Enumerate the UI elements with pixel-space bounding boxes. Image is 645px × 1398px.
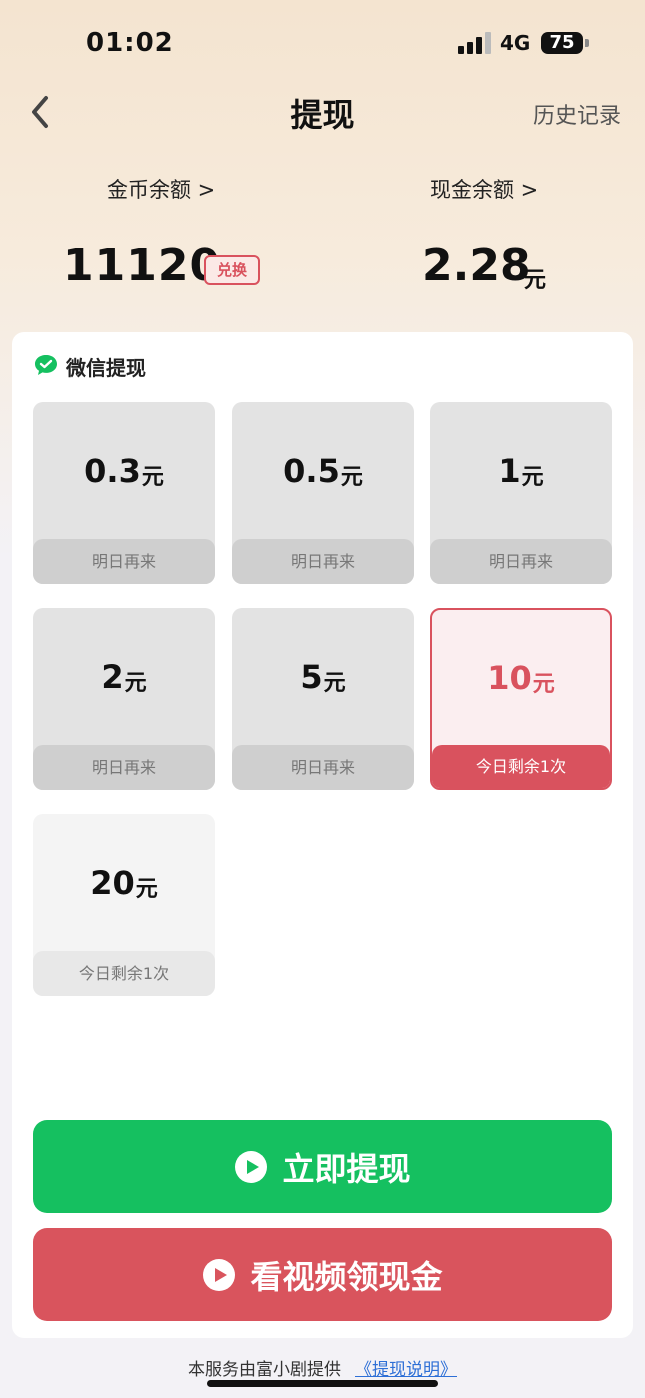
watch-video-button[interactable]: 看视频领现金 (33, 1228, 612, 1321)
amount-unit: 元 (135, 877, 158, 902)
battery-icon: 75 (541, 32, 583, 54)
amount-unit: 元 (124, 671, 147, 696)
amount-value: 1 (498, 452, 521, 490)
amount-option-10-selected[interactable]: 10 元 今日剩余1次 (430, 608, 612, 790)
amount-note: 明日再来 (33, 745, 215, 790)
amount-display: 1 元 (430, 402, 612, 540)
home-indicator[interactable] (207, 1380, 438, 1387)
play-icon (203, 1258, 236, 1291)
exchange-button[interactable]: 兑换 (204, 255, 260, 285)
withdraw-card: 微信提现 0.3 元 明日再来 0.5 元 明日再来 1 元 明日再来 2 元 … (12, 332, 633, 1338)
amount-value: 0.3 (84, 452, 141, 490)
withdraw-now-button[interactable]: 立即提现 (33, 1120, 612, 1213)
amount-option-2[interactable]: 2 元 明日再来 (33, 608, 215, 790)
network-type: 4G (500, 31, 531, 55)
watch-video-label: 看视频领现金 (250, 1257, 443, 1296)
amount-note: 明日再来 (430, 539, 612, 584)
footer-text: 本服务由富小剧提供 (188, 1360, 341, 1380)
withdraw-now-label: 立即提现 (282, 1149, 411, 1188)
coin-balance-value: 11120 (63, 240, 222, 291)
cash-unit: 元 (524, 268, 547, 293)
withdraw-rules-link[interactable]: 《提现说明》 (355, 1360, 457, 1380)
amount-display: 5 元 (232, 608, 414, 746)
amount-unit: 元 (521, 465, 544, 490)
coin-balance-link[interactable]: 金币余额 > (107, 174, 215, 204)
amount-option-20[interactable]: 20 元 今日剩余1次 (33, 814, 215, 996)
amount-option-0-3[interactable]: 0.3 元 明日再来 (33, 402, 215, 584)
amount-value: 5 (300, 658, 323, 696)
amount-option-0-5[interactable]: 0.5 元 明日再来 (232, 402, 414, 584)
amount-display: 20 元 (33, 814, 215, 952)
amount-note: 明日再来 (232, 539, 414, 584)
amount-display: 2 元 (33, 608, 215, 746)
amount-option-5[interactable]: 5 元 明日再来 (232, 608, 414, 790)
amount-value: 10 (487, 659, 532, 697)
status-time: 01:02 (86, 28, 174, 58)
signal-icon (458, 32, 492, 54)
amount-display: 0.5 元 (232, 402, 414, 540)
amount-unit: 元 (532, 672, 555, 697)
battery-tip (585, 39, 589, 47)
play-icon (235, 1150, 268, 1183)
amount-unit: 元 (141, 465, 164, 490)
amount-value: 20 (90, 864, 135, 902)
footer: 本服务由富小剧提供 《提现说明》 (0, 1355, 645, 1380)
amount-note: 今日剩余1次 (432, 745, 610, 788)
history-link[interactable]: 历史记录 (533, 98, 621, 130)
amount-unit: 元 (323, 671, 346, 696)
cash-balance-link[interactable]: 现金余额 > (430, 174, 538, 204)
amount-note: 明日再来 (33, 539, 215, 584)
cash-balance-value: 2.28 (422, 240, 531, 291)
amount-value: 0.5 (283, 452, 340, 490)
amount-display: 0.3 元 (33, 402, 215, 540)
amount-unit: 元 (340, 465, 363, 490)
status-bar: 01:02 4G 75 (0, 0, 645, 90)
wechat-icon (35, 355, 57, 375)
amount-note: 明日再来 (232, 745, 414, 790)
amount-display: 10 元 (432, 610, 610, 746)
amount-value: 2 (101, 658, 124, 696)
section-title: 微信提现 (66, 356, 146, 380)
amount-option-1[interactable]: 1 元 明日再来 (430, 402, 612, 584)
amount-note: 今日剩余1次 (33, 951, 215, 996)
